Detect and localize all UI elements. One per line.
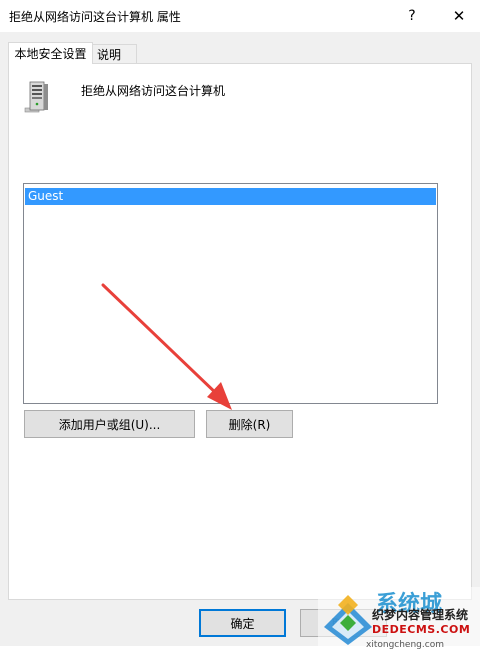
tab-label: 本地安全设置 xyxy=(14,47,87,61)
help-button[interactable]: ? xyxy=(400,0,424,32)
watermark-line1: 织梦内容管理系统 xyxy=(372,608,469,622)
watermark-line2: DEDECMS.COM xyxy=(372,623,471,636)
policy-name: 拒绝从网络访问这台计算机 xyxy=(81,84,226,98)
add-user-or-group-button[interactable]: 添加用户或组(U)... xyxy=(24,410,195,438)
tab-label: 说明 xyxy=(97,48,122,62)
tab-explain[interactable]: 说明 xyxy=(93,44,137,64)
ok-button[interactable]: 确定 xyxy=(199,609,286,637)
remove-button[interactable]: 删除(R) xyxy=(206,410,293,438)
tab-local-security-setting[interactable]: 本地安全设置 xyxy=(8,42,93,64)
close-button[interactable]: ✕ xyxy=(446,0,472,32)
accounts-listbox[interactable]: Guest xyxy=(23,183,438,404)
server-icon xyxy=(24,81,48,113)
title-bar: 拒绝从网络访问这台计算机 属性 ? ✕ xyxy=(0,0,480,32)
list-item-guest[interactable]: Guest xyxy=(25,188,436,205)
window-title: 拒绝从网络访问这台计算机 属性 xyxy=(9,10,181,24)
watermark-domain: xitongcheng.com xyxy=(366,640,444,650)
